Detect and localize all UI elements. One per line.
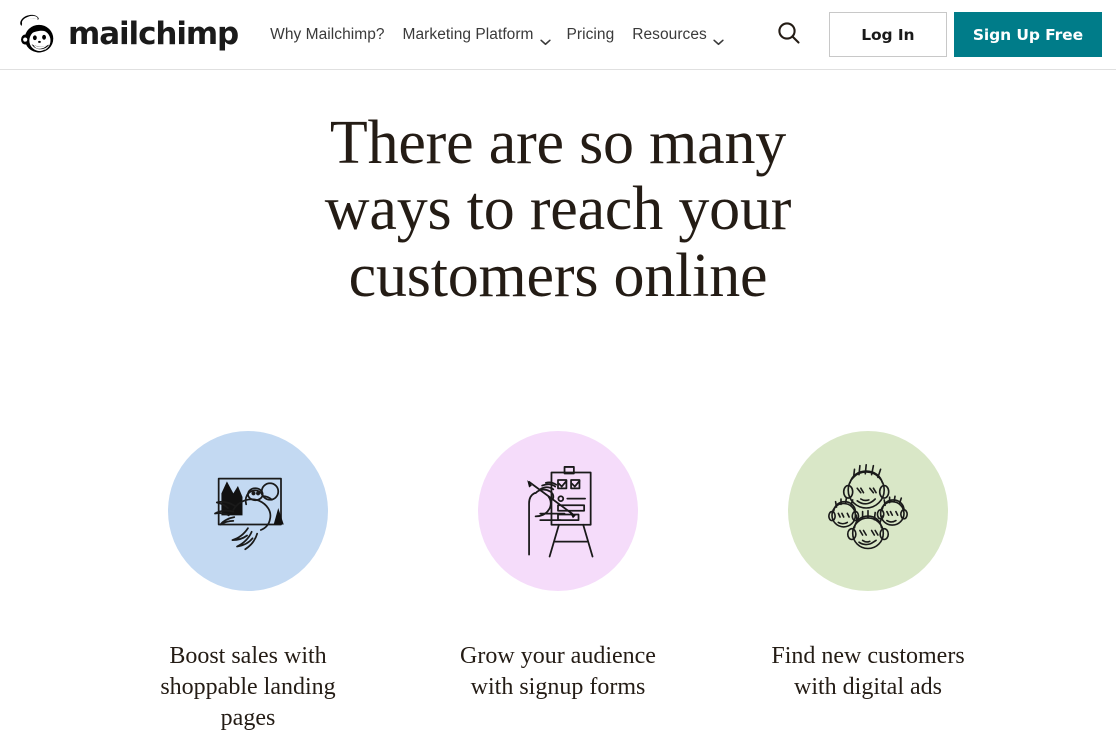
feature-card-landing-pages[interactable]: Boost sales with shoppable landing pages [148, 430, 348, 732]
nav-item-why-mailchimp[interactable]: Why Mailchimp? [261, 18, 393, 52]
nav-item-pricing[interactable]: Pricing [558, 18, 624, 52]
nav-item-marketing-platform[interactable]: Marketing Platform [394, 18, 558, 52]
nav-label: Resources [632, 25, 707, 43]
crane-bird-landscape-illustration [193, 453, 303, 568]
chevron-down-icon [713, 33, 724, 45]
card-label: Grow your audience with signup forms [460, 642, 656, 701]
four-customer-faces-illustration [814, 454, 922, 567]
search-icon [776, 20, 802, 49]
log-in-button[interactable]: Log In [828, 12, 947, 57]
nav-item-resources[interactable]: Resources [623, 18, 731, 52]
mailchimp-logo-link[interactable]: mailchimp [16, 12, 239, 58]
sign-up-free-button[interactable]: Sign Up Free [953, 12, 1102, 57]
card-circle-1 [168, 430, 328, 591]
card-circle-3 [788, 430, 948, 591]
site-header: mailchimp Why Mailchimp? Marketing Platf… [0, 0, 1116, 70]
feature-cards: Boost sales with shoppable landing pages [0, 430, 1116, 732]
mailchimp-freddie-chimp-icon [16, 12, 62, 58]
card-circle-2 [478, 430, 638, 591]
primary-navigation: Why Mailchimp? Marketing Platform Pricin… [261, 18, 767, 52]
card-label: Boost sales with shoppable landing pages [160, 642, 336, 732]
hero-section: There are so many ways to reach your cus… [0, 70, 1116, 309]
header-actions: Log In Sign Up Free [767, 12, 1102, 57]
nav-label: Marketing Platform [402, 25, 534, 43]
feature-card-signup-forms[interactable]: Grow your audience with signup forms [458, 430, 658, 703]
nav-label: Why Mailchimp? [270, 25, 385, 43]
nav-label: Pricing [566, 25, 615, 43]
page-title: There are so many ways to reach your cus… [324, 109, 792, 310]
hand-pencil-signup-form-easel-illustration [506, 452, 610, 569]
search-button[interactable] [767, 13, 811, 57]
chevron-down-icon [539, 33, 551, 45]
card-label: Find new customers with digital ads [771, 642, 965, 701]
feature-card-digital-ads[interactable]: Find new customers with digital ads [768, 430, 968, 703]
logo-wordmark: mailchimp [68, 16, 239, 52]
